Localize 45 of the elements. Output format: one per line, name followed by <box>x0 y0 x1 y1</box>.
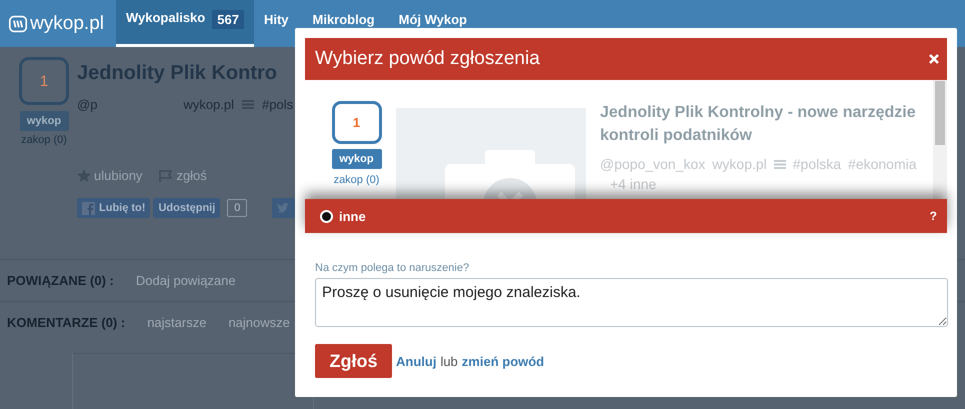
radio-button[interactable] <box>320 210 333 222</box>
bird-icon <box>277 203 290 213</box>
cancel-link[interactable]: Anuluj <box>396 354 436 368</box>
description-field[interactable]: Proszę o usunięcie mojego znaleziska. <box>315 278 948 327</box>
dialog-title: Wybierz powód zgłoszenia <box>315 48 540 70</box>
report-link[interactable]: zgłoś <box>176 168 207 183</box>
comments-label: KOMENTARZE (0) : <box>7 315 126 330</box>
close-button[interactable] <box>929 54 939 64</box>
related-label: POWIĄZANE (0) : <box>7 273 114 288</box>
like-button[interactable]: Lubię to! <box>77 198 150 218</box>
flag-icon <box>159 170 174 182</box>
list-icon <box>774 160 786 168</box>
bury-link[interactable]: zakop (0) <box>21 134 67 146</box>
vote-count: 1 <box>332 101 382 144</box>
scrollbar[interactable] <box>933 80 947 199</box>
add-related-link[interactable]: Dodaj powiązane <box>136 273 236 288</box>
submit-button[interactable]: Zgłoś <box>315 344 392 378</box>
or-text: lub <box>440 354 458 368</box>
share-count: 0 <box>227 199 248 217</box>
sort-link[interactable]: najnowsze <box>228 315 290 330</box>
wykop-button[interactable]: wykop <box>332 149 382 169</box>
help-link[interactable]: ? <box>930 209 937 223</box>
logo-icon[interactable] <box>9 14 28 34</box>
wykop-button[interactable]: wykop <box>20 111 68 131</box>
change-reason-link[interactable]: zmień powód <box>462 354 544 368</box>
source-link[interactable]: wykop.pl <box>183 97 234 112</box>
logo-text[interactable]: wykop.pl <box>30 12 104 34</box>
nav-tab[interactable]: Wykopalisko 567 <box>116 0 254 47</box>
sort-link[interactable]: najstarsze <box>147 315 206 330</box>
share-button[interactable]: Udostępnij <box>153 198 220 218</box>
star-icon <box>77 169 91 182</box>
field-label: Na czym polega to naruszenie? <box>315 262 470 274</box>
author-link[interactable]: @p <box>77 97 98 112</box>
facebook-icon <box>82 202 95 214</box>
tag-link[interactable]: #pols <box>262 97 294 112</box>
bury-link[interactable]: zakop (0) <box>334 174 380 186</box>
close-icon <box>929 54 939 64</box>
favorite-link[interactable]: ulubiony <box>94 168 142 183</box>
reason-option[interactable]: inne ? <box>305 199 947 233</box>
list-icon <box>242 100 254 109</box>
post-title[interactable]: Jednolity Plik Kontrolny - nowe narzędzie kontroli podatników <box>600 101 930 147</box>
count-badge: 567 <box>212 10 244 29</box>
nav-tab[interactable]: Hity <box>254 0 302 47</box>
reason-label: inne <box>339 208 367 224</box>
vote-count: 1 <box>19 57 69 105</box>
